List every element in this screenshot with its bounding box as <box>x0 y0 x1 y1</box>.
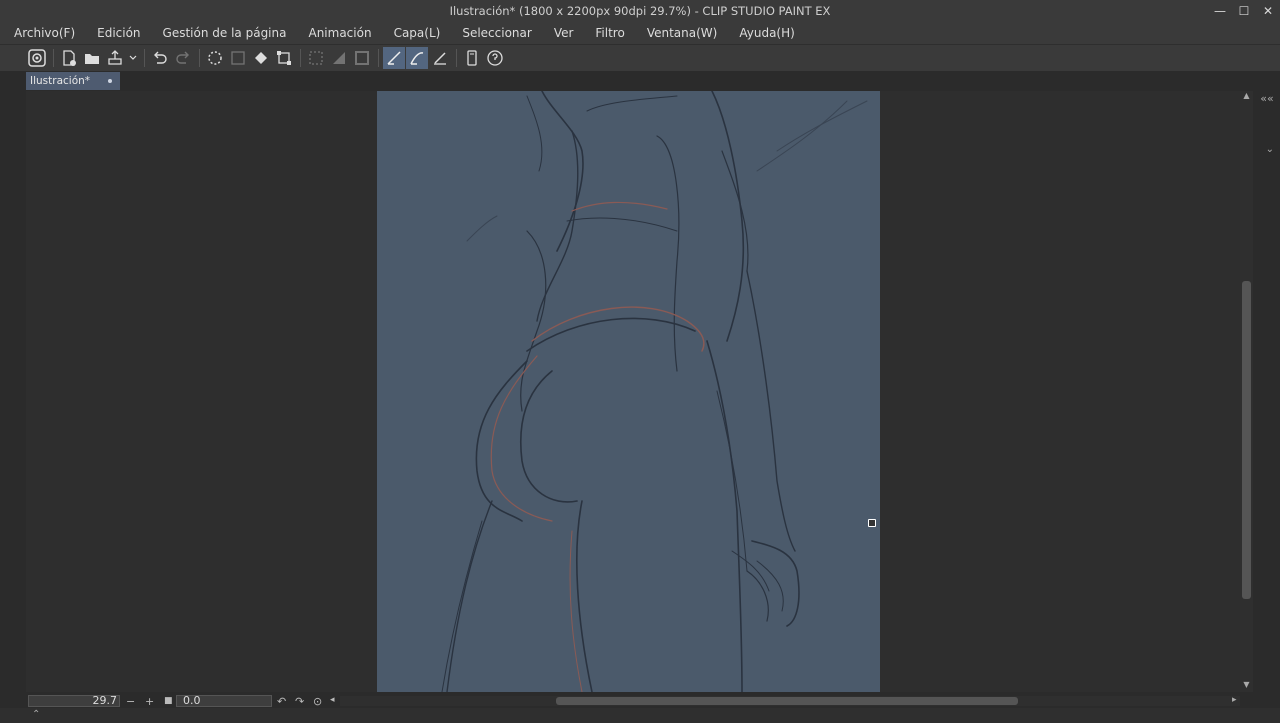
rotation-value[interactable]: 0.0 <box>183 694 201 707</box>
fit-square-icon[interactable]: ■ <box>164 696 173 706</box>
zoom-value[interactable]: 29.7 <box>93 694 118 707</box>
scroll-up-icon[interactable]: ▲ <box>1240 91 1253 103</box>
menu-capa[interactable]: Capa(L) <box>383 22 452 44</box>
collapse-right-icon[interactable]: «« <box>1256 92 1278 110</box>
command-bar: »» <box>0 44 1280 105</box>
menu-ver[interactable]: Ver <box>543 22 585 44</box>
left-collapsed-panel <box>0 71 26 694</box>
transform-icon[interactable] <box>273 47 295 69</box>
maximize-button[interactable]: ☐ <box>1232 0 1256 22</box>
tab-close-dot-icon[interactable] <box>108 79 112 83</box>
separator <box>456 49 457 67</box>
cursor-marker <box>868 519 876 527</box>
fill-icon[interactable] <box>250 47 272 69</box>
rotate-left-icon[interactable]: ↶ <box>277 695 286 708</box>
menu-edicion[interactable]: Edición <box>86 22 151 44</box>
help-icon[interactable] <box>484 47 506 69</box>
minimize-button[interactable]: — <box>1208 0 1232 22</box>
scroll-right-icon[interactable]: ▸ <box>1232 695 1237 705</box>
menu-filtro[interactable]: Filtro <box>584 22 635 44</box>
snap-special-ruler-icon[interactable] <box>406 47 428 69</box>
horizontal-scroll-thumb[interactable] <box>556 697 1018 705</box>
scroll-left-icon[interactable]: ◂ <box>330 695 335 705</box>
separator <box>144 49 145 67</box>
title-bar: Ilustración* (1800 x 2200px 90dpi 29.7%)… <box>0 0 1280 22</box>
menu-archivo[interactable]: Archivo(F) <box>0 22 86 44</box>
zoom-out-button[interactable]: − <box>126 695 135 708</box>
menu-bar: Archivo(F) Edición Gestión de la página … <box>0 22 1280 44</box>
clip-studio-icon[interactable] <box>26 47 48 69</box>
horizontal-scrollbar[interactable] <box>340 696 1240 706</box>
vertical-scroll-thumb[interactable] <box>1242 281 1251 599</box>
menu-ayuda[interactable]: Ayuda(H) <box>728 22 805 44</box>
bottom-panel-strip: ⌃ <box>0 708 1280 723</box>
snap-grid-icon[interactable] <box>429 47 451 69</box>
vertical-scrollbar[interactable]: ▲ ▼ <box>1240 91 1253 692</box>
redo-icon[interactable] <box>172 47 194 69</box>
invert-selection-icon[interactable] <box>328 47 350 69</box>
tab-ilustracion[interactable]: Ilustración* <box>26 72 120 90</box>
clear-outside-icon[interactable] <box>227 47 249 69</box>
window-controls: — ☐ ✕ <box>1208 0 1280 22</box>
separator <box>300 49 301 67</box>
expand-up-icon[interactable]: ⌃ <box>32 709 40 720</box>
undo-icon[interactable] <box>149 47 171 69</box>
device-icon[interactable] <box>461 47 483 69</box>
rotate-right-icon[interactable]: ↷ <box>295 695 304 708</box>
clear-icon[interactable] <box>204 47 226 69</box>
scroll-down-icon[interactable]: ▼ <box>1240 680 1253 692</box>
chevron-down-icon[interactable]: ⌄ <box>1266 144 1274 155</box>
chevron-down-icon[interactable] <box>127 47 139 69</box>
menu-gestion-pagina[interactable]: Gestión de la página <box>152 22 298 44</box>
zoom-slider[interactable]: 29.7 <box>28 694 120 707</box>
drawing-canvas[interactable] <box>377 91 880 692</box>
rotation-slider[interactable]: 0.0 <box>176 694 272 707</box>
window-title: Ilustración* (1800 x 2200px 90dpi 29.7%)… <box>449 4 831 18</box>
open-folder-icon[interactable] <box>81 47 103 69</box>
menu-animacion[interactable]: Animación <box>297 22 382 44</box>
document-tab-bar: Ilustración* ⌄ <box>0 71 1280 155</box>
selection-border-icon[interactable] <box>351 47 373 69</box>
close-button[interactable]: ✕ <box>1256 0 1280 22</box>
sketch-drawing <box>441 91 868 692</box>
separator <box>199 49 200 67</box>
menu-ventana[interactable]: Ventana(W) <box>636 22 729 44</box>
deselect-icon[interactable] <box>305 47 327 69</box>
separator <box>53 49 54 67</box>
reset-rotation-icon[interactable]: ⊙ <box>313 695 322 708</box>
zoom-in-button[interactable]: + <box>145 695 154 708</box>
snap-ruler-icon[interactable] <box>383 47 405 69</box>
new-file-icon[interactable] <box>58 47 80 69</box>
separator <box>378 49 379 67</box>
menu-seleccionar[interactable]: Seleccionar <box>451 22 542 44</box>
export-icon[interactable] <box>104 47 126 69</box>
tab-label: Ilustración* <box>30 75 91 87</box>
